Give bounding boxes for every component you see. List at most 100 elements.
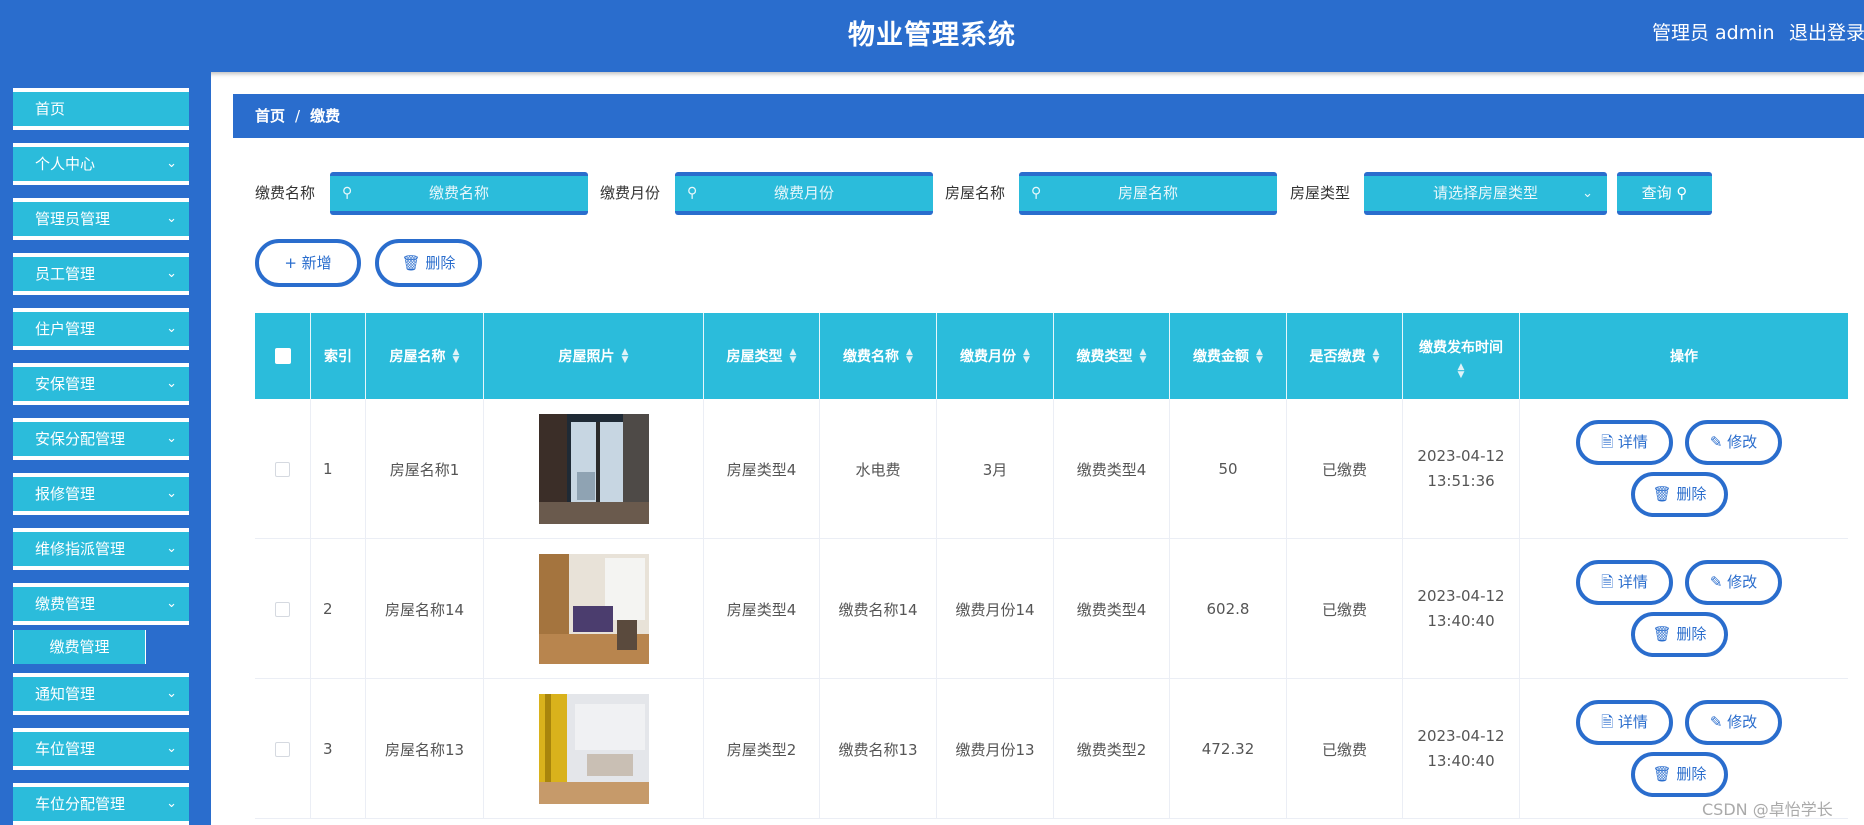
row-delete-button[interactable]: 🗑 删除 — [1631, 472, 1728, 517]
sort-icon[interactable]: ▲ ▼ — [1373, 348, 1380, 365]
house-type-label: 房屋类型 — [1290, 184, 1351, 202]
sidebar-item-repair-management[interactable]: 报修管理 ⌄ — [13, 473, 189, 515]
trash-icon: 🗑 — [1652, 485, 1672, 503]
sidebar-item-label: 管理员管理 — [35, 210, 111, 228]
cell-amount: 50 — [1170, 399, 1287, 539]
chevron-down-icon: ⌄ — [166, 541, 177, 556]
sidebar-item-parking-assignment[interactable]: 车位分配管理 ⌄ — [13, 783, 189, 825]
edit-button[interactable]: ✎ 修改 — [1685, 420, 1782, 465]
trash-icon: 🗑 — [1652, 765, 1672, 783]
select-all-checkbox[interactable] — [274, 348, 291, 364]
query-button[interactable]: 查询 ⚲ — [1617, 172, 1712, 215]
logout-link[interactable]: 退出登录 — [1789, 18, 1864, 45]
edit-button[interactable]: ✎ 修改 — [1685, 560, 1782, 605]
cell-index: 2 — [311, 539, 366, 679]
chevron-down-icon: ⌄ — [166, 741, 177, 756]
sidebar-item-label: 首页 — [35, 100, 66, 118]
sidebar-item-parking-management[interactable]: 车位管理 ⌄ — [13, 728, 189, 770]
detail-button[interactable]: 🗎 详情 — [1576, 560, 1673, 605]
sidebar-item-maintenance-dispatch[interactable]: 维修指派管理 ⌄ — [13, 528, 189, 570]
sidebar-item-label: 通知管理 — [35, 685, 96, 703]
edit-button-label: 修改 — [1727, 713, 1758, 731]
sidebar-item-label: 员工管理 — [35, 265, 96, 283]
chevron-down-icon: ⌄ — [166, 211, 177, 226]
column-header-publish-time[interactable]: 缴费发布时间 ▲ ▼ — [1403, 313, 1520, 399]
house-photo[interactable] — [538, 694, 649, 804]
publish-date: 2023-04-12 — [1417, 587, 1505, 605]
sort-icon[interactable]: ▲ ▼ — [622, 348, 629, 365]
house-name-input[interactable]: ⚲ 房屋名称 — [1019, 172, 1277, 215]
publish-clock: 13:40:40 — [1427, 612, 1495, 630]
column-header-house-type[interactable]: 房屋类型 ▲ ▼ — [704, 313, 820, 399]
sidebar-item-resident-management[interactable]: 住户管理 ⌄ — [13, 308, 189, 350]
document-icon: 🗎 — [1601, 713, 1614, 731]
column-header-fee-type[interactable]: 缴费类型 ▲ ▼ — [1054, 313, 1170, 399]
sort-icon[interactable]: ▲ ▼ — [790, 348, 797, 365]
table-header: 索引 房屋名称 ▲ ▼ 房屋照片 ▲ ▼ 房屋类型 ▲ ▼ 缴费名称 ▲ ▼ 缴费月份 ▲ ▼ 缴费… — [255, 313, 1848, 399]
sidebar-item-payment-management[interactable]: 缴费管理 ⌄ — [13, 583, 189, 625]
plus-icon: + — [284, 254, 297, 272]
sidebar-item-label: 报修管理 — [35, 485, 96, 503]
row-delete-button[interactable]: 🗑 删除 — [1631, 752, 1728, 797]
add-button[interactable]: + 新增 — [255, 239, 361, 287]
cell-fee-type: 缴费类型4 — [1054, 399, 1170, 539]
sidebar: 首页 个人中心 ⌄ 管理员管理 ⌄ 员工管理 ⌄ 住户管理 ⌄ 安保管理 ⌄ 安保分配管理… — [0, 72, 211, 825]
fee-month-input[interactable]: ⚲ 缴费月份 — [675, 172, 933, 215]
house-name-placeholder: 房屋名称 — [1117, 184, 1178, 202]
column-header-paid[interactable]: 是否缴费 ▲ ▼ — [1287, 313, 1403, 399]
chevron-down-icon: ⌄ — [166, 321, 177, 336]
row-delete-button[interactable]: 🗑 删除 — [1631, 612, 1728, 657]
sidebar-item-security-management[interactable]: 安保管理 ⌄ — [13, 363, 189, 405]
chevron-down-icon: ⌄ — [166, 266, 177, 281]
breadcrumb-separator: / — [295, 107, 301, 125]
house-photo[interactable] — [538, 554, 649, 664]
document-icon: 🗎 — [1601, 433, 1614, 451]
sidebar-item-home[interactable]: 首页 — [13, 88, 189, 130]
chevron-down-icon: ⌄ — [166, 431, 177, 446]
sidebar-item-admin-management[interactable]: 管理员管理 ⌄ — [13, 198, 189, 240]
sidebar-item-label: 车位管理 — [35, 740, 96, 758]
sort-icon[interactable]: ▲ ▼ — [1458, 363, 1465, 380]
detail-button[interactable]: 🗎 详情 — [1576, 420, 1673, 465]
fee-name-input[interactable]: ⚲ 缴费名称 — [330, 172, 588, 215]
row-delete-label: 删除 — [1676, 485, 1707, 503]
table-row: 1 房屋名称1 房屋类型4 水电费 3月 缴费类型4 50 已缴费 2023-0… — [255, 399, 1848, 539]
cell-paid: 已缴费 — [1287, 399, 1403, 539]
sidebar-item-staff-management[interactable]: 员工管理 ⌄ — [13, 253, 189, 295]
sort-icon[interactable]: ▲ ▼ — [453, 348, 460, 365]
cell-house-name: 房屋名称14 — [366, 539, 484, 679]
trash-icon: 🗑 — [1652, 625, 1672, 643]
column-header-fee-month[interactable]: 缴费月份 ▲ ▼ — [937, 313, 1054, 399]
detail-button[interactable]: 🗎 详情 — [1576, 700, 1673, 745]
bulk-delete-button[interactable]: 🗑 删除 — [375, 239, 482, 287]
row-checkbox[interactable] — [275, 461, 290, 477]
row-checkbox[interactable] — [275, 601, 290, 617]
sidebar-subitem-payment-management[interactable]: 缴费管理 — [13, 630, 146, 664]
edit-button[interactable]: ✎ 修改 — [1685, 700, 1782, 745]
sidebar-item-personal-center[interactable]: 个人中心 ⌄ — [13, 143, 189, 185]
column-header-fee-name[interactable]: 缴费名称 ▲ ▼ — [820, 313, 937, 399]
row-checkbox[interactable] — [275, 741, 290, 757]
sort-icon[interactable]: ▲ ▼ — [906, 348, 913, 365]
cell-fee-month: 缴费月份13 — [937, 679, 1054, 819]
column-header-house-name[interactable]: 房屋名称 ▲ ▼ — [366, 313, 484, 399]
column-header-amount[interactable]: 缴费金额 ▲ ▼ — [1170, 313, 1287, 399]
house-type-select[interactable]: 请选择房屋类型 ⌄ — [1364, 172, 1607, 215]
sidebar-item-security-assignment[interactable]: 安保分配管理 ⌄ — [13, 418, 189, 460]
cell-house-photo — [484, 399, 704, 539]
cell-fee-name: 水电费 — [820, 399, 937, 539]
sort-icon[interactable]: ▲ ▼ — [1256, 348, 1263, 365]
house-photo[interactable] — [538, 414, 649, 524]
sort-icon[interactable]: ▲ ▼ — [1023, 348, 1030, 365]
add-button-label: 新增 — [301, 254, 332, 272]
fee-name-label: 缴费名称 — [255, 184, 316, 202]
breadcrumb-home[interactable]: 首页 — [255, 107, 285, 125]
select-all-cell — [255, 313, 311, 399]
sort-icon[interactable]: ▲ ▼ — [1140, 348, 1147, 365]
sidebar-item-notice-management[interactable]: 通知管理 ⌄ — [13, 673, 189, 715]
cell-house-photo — [484, 539, 704, 679]
column-header-house-photo[interactable]: 房屋照片 ▲ ▼ — [484, 313, 704, 399]
sidebar-item-label: 个人中心 — [35, 155, 96, 173]
cell-publish-time: 2023-04-12 13:51:36 — [1403, 399, 1520, 539]
chevron-down-icon: ⌄ — [166, 596, 177, 611]
